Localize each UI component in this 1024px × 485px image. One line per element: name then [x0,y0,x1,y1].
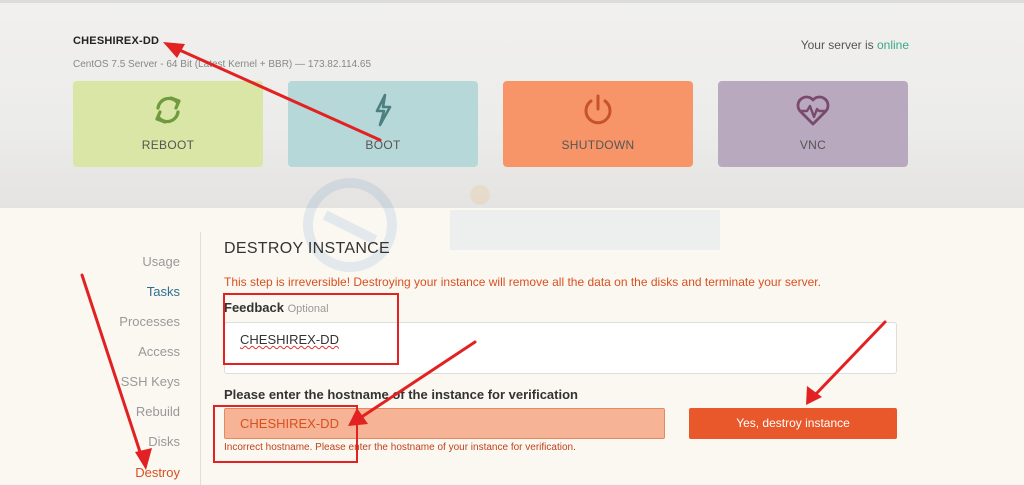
sidebar-item-ssh-keys[interactable]: SSH Keys [121,374,180,389]
sidebar-item-usage[interactable]: Usage [142,254,180,269]
arrow-to-destroy [80,273,144,460]
arrow-head-destroy-button [806,386,822,405]
power-icon [584,94,612,125]
annotation-box-hostname [213,405,358,463]
sidebar-item-access[interactable]: Access [138,344,180,359]
lightning-icon [375,93,392,127]
sidebar-item-rebuild[interactable]: Rebuild [136,404,180,419]
warning-text: This step is irreversible! Destroying yo… [224,275,821,289]
sidebar-item-tasks[interactable]: Tasks [147,284,180,299]
destroy-instance-button[interactable]: Yes, destroy instance [689,408,897,439]
server-description: CentOS 7.5 Server - 64 Bit (Latest Kerne… [73,59,372,70]
server-status: Your server is online [801,38,909,52]
sidebar-item-disks[interactable]: Disks [148,434,180,449]
reboot-button[interactable]: REBOOT [73,81,263,167]
vnc-button[interactable]: VNC [718,81,908,167]
shutdown-button[interactable]: SHUTDOWN [503,81,693,167]
annotation-box-feedback [223,293,399,365]
top-border [0,0,1024,3]
boot-label: BOOT [365,138,401,152]
server-name: CHESHIREX-DD [73,35,160,47]
hostname-label: Please enter the hostname of the instanc… [224,387,578,402]
vnc-label: VNC [799,138,827,152]
reboot-label: REBOOT [141,138,195,152]
status-online: online [876,38,909,52]
status-prefix: Your server is [800,38,877,52]
sidebar-divider [200,232,201,485]
refresh-icon [155,96,181,124]
page-title: DESTROY INSTANCE [224,240,391,257]
shutdown-label: SHUTDOWN [561,138,635,152]
boot-button[interactable]: BOOT [288,81,478,167]
heart-monitor-icon [796,95,830,126]
sidebar-item-destroy[interactable]: Destroy [135,465,180,480]
sidebar-item-processes[interactable]: Processes [119,314,180,329]
